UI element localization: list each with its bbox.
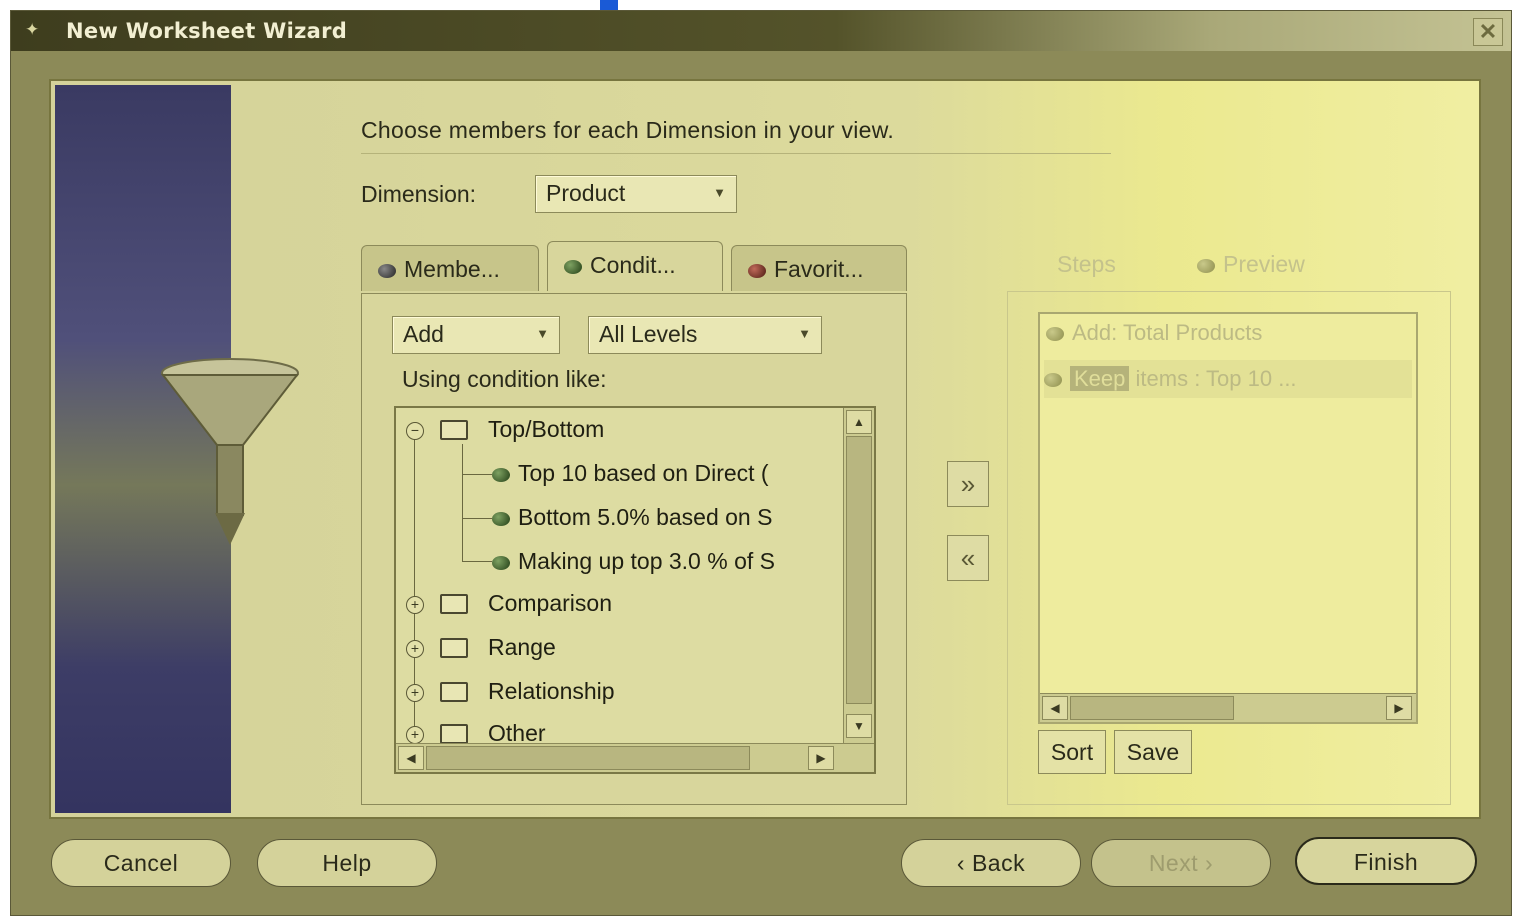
step-label: items : Top 10 (1135, 366, 1273, 391)
instruction-text: Choose members for each Dimension in you… (361, 117, 895, 143)
scroll-down-icon[interactable]: ▼ (846, 714, 872, 738)
expand-icon[interactable]: + (406, 726, 424, 744)
vertical-scrollbar[interactable]: ▲ ▼ (843, 408, 874, 744)
using-condition-label: Using condition like: (402, 366, 607, 392)
tree-line (462, 561, 492, 562)
dimension-label: Dimension: (361, 181, 477, 207)
steps-list[interactable]: Add: Total Products Keep items : Top 10 … (1038, 312, 1418, 724)
back-button[interactable]: ‹ Back (901, 839, 1081, 887)
tab-preview[interactable]: Preview (1181, 241, 1305, 287)
tree-group-relationship[interactable]: Relationship (488, 678, 615, 705)
scroll-up-icon[interactable]: ▲ (846, 410, 872, 434)
tree-item-label: Bottom 5.0% based on S (518, 504, 773, 530)
tab-members[interactable]: Membe... (361, 245, 539, 291)
conditions-panel: Add ▼ All Levels ▼ Using condition like:… (361, 293, 907, 805)
dimension-value: Product (546, 180, 626, 206)
tab-label: Membe... (404, 256, 500, 282)
condition-tree[interactable]: − Top/Bottom Top 10 based on Direct ( Bo… (394, 406, 876, 774)
title-bar[interactable]: ✦ New Worksheet Wizard ✕ (11, 11, 1511, 51)
next-button[interactable]: Next › (1091, 839, 1271, 887)
tree-line (462, 518, 492, 519)
step-item-selected[interactable]: Keep items : Top 10 ... (1044, 360, 1412, 398)
dot-icon (1197, 258, 1215, 273)
add-arrow-button[interactable]: » (947, 461, 989, 507)
tree-line (462, 444, 463, 562)
dot-icon (1046, 327, 1064, 342)
steps-panel: Add: Total Products Keep items : Top 10 … (1007, 291, 1451, 805)
tree-item-condition[interactable]: Making up top 3.0 % of S (492, 548, 775, 575)
close-button[interactable]: ✕ (1473, 18, 1503, 46)
scroll-right-icon[interactable]: ▶ (1386, 696, 1412, 720)
levels-select[interactable]: All Levels ▼ (588, 316, 822, 354)
tree-item-label: Making up top 3.0 % of S (518, 548, 775, 574)
tab-label: Favorit... (774, 256, 864, 282)
divider (361, 153, 1111, 154)
expand-icon[interactable]: + (406, 596, 424, 614)
scroll-left-icon[interactable]: ◀ (398, 746, 424, 770)
dimension-select[interactable]: Product ▼ (535, 175, 737, 213)
chevron-right-icon: › (1198, 850, 1214, 876)
chevron-down-icon: ▼ (798, 326, 811, 341)
tab-steps[interactable]: Steps (1041, 241, 1116, 287)
red-dot-icon (748, 263, 766, 278)
chevron-down-icon: ▼ (536, 326, 549, 341)
green-dot-icon (492, 467, 510, 482)
levels-value: All Levels (599, 321, 698, 347)
green-dot-icon (492, 555, 510, 570)
folder-icon (440, 638, 468, 658)
step-label: Add: Total Products (1072, 320, 1263, 345)
chevron-left-icon: ‹ (956, 850, 972, 876)
back-label: Back (971, 850, 1026, 876)
scroll-thumb[interactable] (1070, 696, 1234, 720)
step-highlight: Keep (1070, 366, 1130, 391)
chevron-down-icon: ▼ (713, 185, 726, 200)
blue-marker (600, 0, 618, 10)
app-icon: ✦ (25, 20, 40, 39)
tab-label: Condit... (590, 252, 676, 278)
dark-dot-icon (378, 263, 396, 278)
folder-icon (440, 594, 468, 614)
horizontal-scrollbar[interactable]: ◀ ▶ (396, 743, 874, 772)
tree-item-condition[interactable]: Bottom 5.0% based on S (492, 504, 772, 531)
save-button[interactable]: Save (1114, 730, 1192, 774)
green-dot-icon (564, 259, 582, 274)
tree-group-comparison[interactable]: Comparison (488, 590, 612, 617)
folder-icon (440, 724, 468, 744)
window-title: New Worksheet Wizard (66, 19, 348, 43)
scroll-left-icon[interactable]: ◀ (1042, 696, 1068, 720)
help-button[interactable]: Help (257, 839, 437, 887)
cancel-button[interactable]: Cancel (51, 839, 231, 887)
folder-icon (440, 682, 468, 702)
funnel-icon (160, 358, 300, 545)
finish-button[interactable]: Finish (1295, 837, 1477, 885)
step-item[interactable]: Add: Total Products (1046, 320, 1262, 346)
wizard-sidebar-image (55, 85, 300, 813)
horizontal-scrollbar[interactable]: ◀ ▶ (1040, 693, 1416, 722)
wizard-content: Choose members for each Dimension in you… (49, 79, 1481, 819)
scroll-thumb[interactable] (846, 436, 872, 704)
remove-arrow-button[interactable]: « (947, 535, 989, 581)
wizard-window: ✦ New Worksheet Wizard ✕ Choose members … (10, 10, 1512, 916)
action-select[interactable]: Add ▼ (392, 316, 560, 354)
sort-button[interactable]: Sort (1038, 730, 1106, 774)
tab-label: Preview (1223, 251, 1305, 277)
tree-group-range[interactable]: Range (488, 634, 556, 661)
expand-icon[interactable]: + (406, 640, 424, 658)
tree-item-condition[interactable]: Top 10 based on Direct ( (492, 460, 769, 487)
tree-item-label: Top 10 based on Direct ( (518, 460, 769, 486)
folder-open-icon (440, 420, 468, 440)
expand-icon[interactable]: + (406, 684, 424, 702)
dot-icon (1044, 373, 1062, 388)
scroll-thumb[interactable] (426, 746, 750, 770)
tree-line (462, 474, 492, 475)
tree-group-top-bottom[interactable]: Top/Bottom (488, 416, 604, 443)
step-more-button[interactable]: ... (1278, 366, 1296, 391)
action-value: Add (403, 321, 444, 347)
next-label: Next (1148, 850, 1199, 876)
scroll-right-icon[interactable]: ▶ (808, 746, 834, 770)
green-dot-icon (492, 511, 510, 526)
tab-favorites[interactable]: Favorit... (731, 245, 907, 291)
collapse-icon[interactable]: − (406, 422, 424, 440)
tab-conditions[interactable]: Condit... (547, 241, 723, 291)
